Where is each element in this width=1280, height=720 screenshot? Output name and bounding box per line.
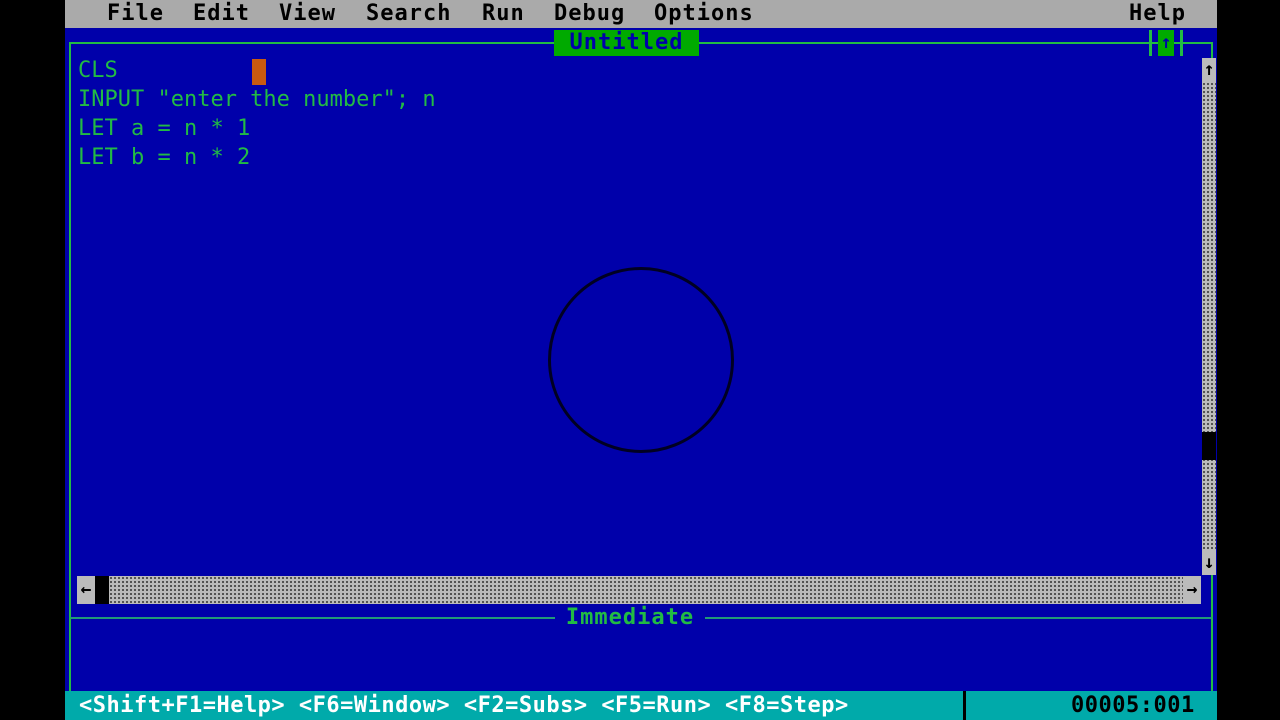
code-line: LET b = n * 2 bbox=[78, 145, 251, 170]
editor-title: Untitled bbox=[554, 30, 699, 56]
status-divider bbox=[963, 691, 966, 720]
vertical-scroll-thumb[interactable] bbox=[1202, 432, 1216, 460]
menu-debug[interactable]: Debug bbox=[554, 0, 625, 28]
immediate-title: Immediate bbox=[555, 605, 705, 631]
menu-edit[interactable]: Edit bbox=[193, 0, 250, 28]
qbasic-screen: File Edit View Search Run Debug Options … bbox=[65, 0, 1217, 720]
scroll-right-icon[interactable]: → bbox=[1183, 576, 1201, 604]
maximize-icon: ↑ bbox=[1158, 30, 1174, 56]
menu-bar: File Edit View Search Run Debug Options … bbox=[65, 0, 1217, 28]
text-cursor bbox=[252, 59, 266, 85]
scroll-down-icon[interactable]: ↓ bbox=[1202, 551, 1216, 575]
cursor-position: 00005:001 bbox=[1071, 693, 1195, 718]
code-line: INPUT "enter the number"; n bbox=[78, 87, 436, 112]
scroll-up-icon[interactable]: ↑ bbox=[1202, 58, 1216, 82]
menu-options[interactable]: Options bbox=[654, 0, 754, 28]
menu-search[interactable]: Search bbox=[366, 0, 451, 28]
menu-file[interactable]: File bbox=[107, 0, 164, 28]
maximize-button[interactable]: ↑ bbox=[1149, 30, 1183, 56]
shortcut-keys: <Shift+F1=Help> <F6=Window> <F2=Subs> <F… bbox=[79, 693, 849, 718]
mouse-pointer-circle bbox=[548, 267, 734, 453]
code-line: LET a = n * 1 bbox=[78, 116, 251, 141]
menu-run[interactable]: Run bbox=[482, 0, 525, 28]
horizontal-scroll-thumb[interactable] bbox=[95, 576, 109, 604]
scroll-left-icon[interactable]: ← bbox=[77, 576, 95, 604]
vertical-scrollbar[interactable]: ↑ ↓ bbox=[1202, 58, 1216, 575]
menu-view[interactable]: View bbox=[279, 0, 336, 28]
status-bar: <Shift+F1=Help> <F6=Window> <F2=Subs> <F… bbox=[65, 691, 1217, 720]
horizontal-scrollbar[interactable]: ← → bbox=[77, 576, 1201, 604]
menu-help[interactable]: Help bbox=[1129, 0, 1186, 28]
